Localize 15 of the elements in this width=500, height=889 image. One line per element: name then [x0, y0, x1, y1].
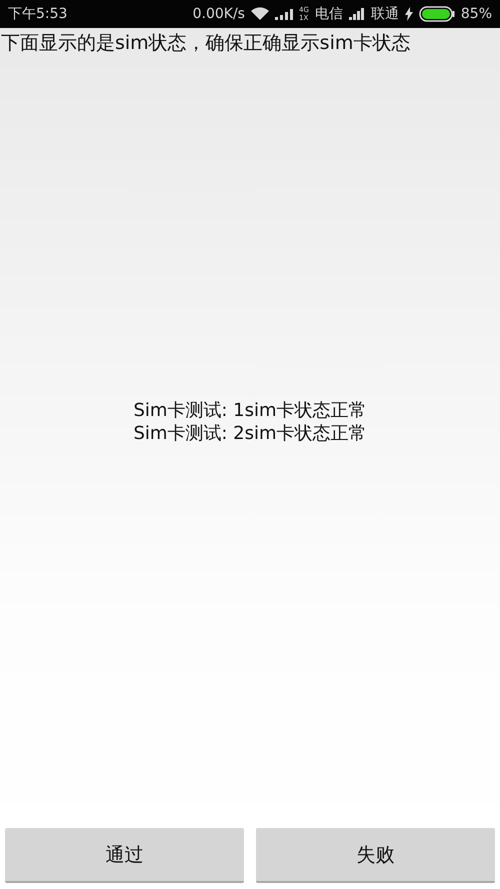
pass-button[interactable]: 通过: [5, 828, 244, 883]
charging-icon: [404, 7, 413, 21]
battery-percent: 85%: [460, 6, 492, 22]
sim-status-text: Sim卡测试: 1sim卡状态正常: [133, 399, 367, 422]
battery-icon: [418, 6, 455, 22]
network-speed: 0.00K/s: [192, 6, 245, 22]
carrier-name: 联通: [370, 5, 399, 23]
signal-icon: [274, 8, 293, 20]
sim-status-text: Sim卡测试: 2sim卡状态正常: [133, 422, 367, 445]
fail-button[interactable]: 失败: [256, 828, 495, 883]
clock: 下午5:53: [8, 5, 68, 23]
instruction-text: 下面显示的是sim状态，确保正确显示sim卡状态: [0, 31, 412, 56]
wifi-icon: [250, 7, 269, 21]
carrier-name: 电信: [314, 5, 343, 23]
signal-icon: [348, 8, 365, 20]
